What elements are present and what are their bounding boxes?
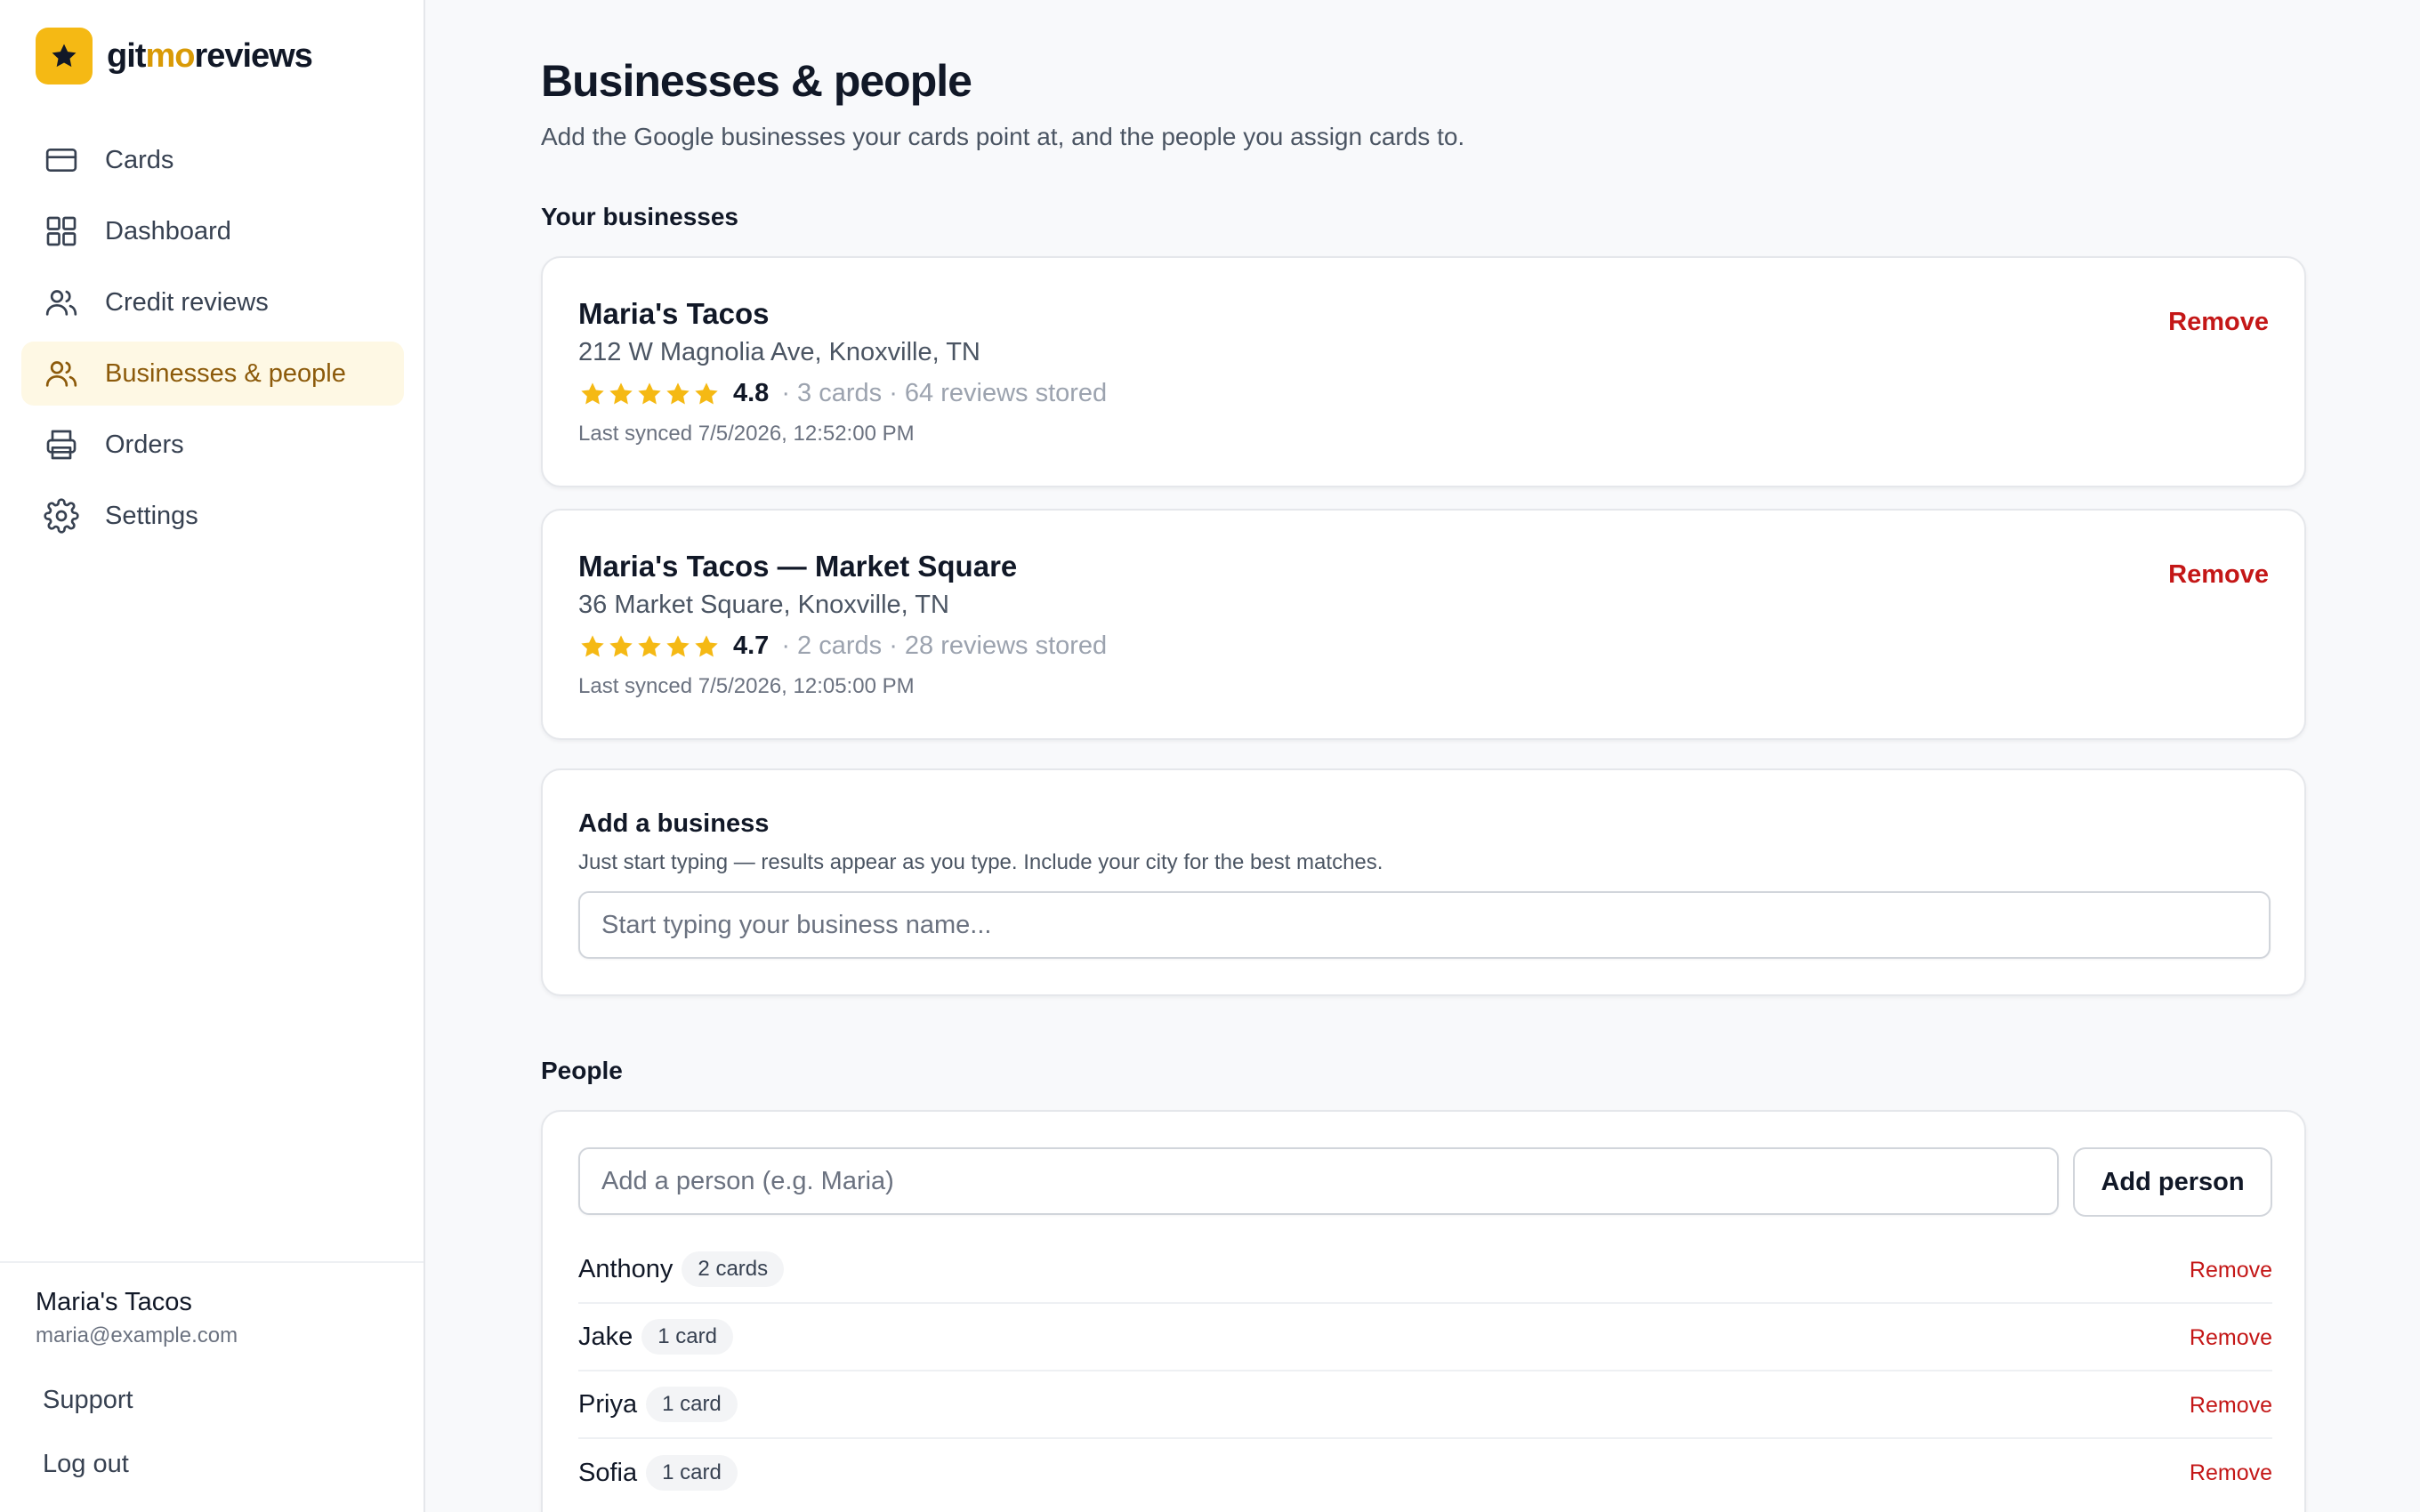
business-meta: · 3 cards · 64 reviews stored <box>781 379 1108 407</box>
rating-value: 4.7 <box>733 631 770 660</box>
sidebar-item-cards[interactable]: Cards <box>21 128 404 192</box>
sidebar-item-label: Dashboard <box>105 216 231 245</box>
brand-name-suffix: reviews <box>194 36 312 75</box>
page-subtitle: Add the Google businesses your cards poi… <box>541 123 1465 150</box>
people-card: Add person Anthony 2 cards Remove Jake 1… <box>541 1110 2306 1512</box>
star-icon <box>695 382 718 404</box>
star-icon <box>666 382 690 404</box>
star-icon <box>581 382 604 404</box>
last-synced: Last synced 7/5/2026, 12:52:00 PM <box>578 422 915 446</box>
person-name: Priya <box>578 1389 638 1419</box>
star-icon <box>666 634 690 656</box>
business-search-input[interactable] <box>578 891 2271 959</box>
remove-business-button[interactable]: Remove <box>2168 308 2269 337</box>
business-meta: · 2 cards · 28 reviews stored <box>781 631 1108 660</box>
sidebar-item-businesses-people[interactable]: Businesses & people <box>21 342 404 406</box>
business-address: 36 Market Square, Knoxville, TN <box>578 591 949 619</box>
last-synced: Last synced 7/5/2026, 12:05:00 PM <box>578 674 915 698</box>
brand[interactable]: gitmoreviews <box>36 28 313 84</box>
brand-name-accent: mo <box>145 36 195 75</box>
add-person-button[interactable]: Add person <box>2073 1147 2272 1217</box>
remove-person-button[interactable]: Remove <box>2190 1258 2272 1283</box>
rating-stars <box>578 632 721 661</box>
remove-person-button[interactable]: Remove <box>2190 1325 2272 1351</box>
business-rating: 4.7 · 2 cards · 28 reviews stored <box>578 631 1107 661</box>
users-icon <box>43 355 80 392</box>
remove-person-button[interactable]: Remove <box>2190 1393 2272 1419</box>
brand-name-prefix: git <box>107 36 146 75</box>
business-name: Maria's Tacos — Market Square <box>578 550 1018 583</box>
card-count-badge: 1 card <box>646 1387 738 1422</box>
star-icon <box>638 382 661 404</box>
sidebar-nav: Cards Dashboard Credit reviews Businesse… <box>21 128 404 555</box>
card-count-badge: 1 card <box>641 1319 733 1355</box>
list-item: Sofia 1 card Remove <box>578 1439 2272 1507</box>
person-name: Anthony <box>578 1254 674 1283</box>
account-name: Maria's Tacos <box>36 1288 192 1316</box>
users-icon <box>43 284 80 321</box>
sidebar-item-label: Orders <box>105 430 184 459</box>
star-icon <box>609 382 633 404</box>
gear-icon <box>43 497 80 535</box>
add-business-card: Add a business Just start typing — resul… <box>541 768 2306 996</box>
sidebar-account: Maria's Tacos maria@example.com Support … <box>0 1261 424 1512</box>
person-name: Jake <box>578 1322 633 1351</box>
star-icon <box>609 634 633 656</box>
remove-business-button[interactable]: Remove <box>2168 560 2269 590</box>
list-item: Jake 1 card Remove <box>578 1304 2272 1371</box>
sidebar-item-label: Settings <box>105 501 198 530</box>
sidebar-item-label: Credit reviews <box>105 287 269 317</box>
business-card: Maria's Tacos 212 W Magnolia Ave, Knoxvi… <box>541 256 2306 487</box>
list-item: Anthony 2 cards Remove <box>578 1236 2272 1304</box>
printer-icon <box>43 426 80 463</box>
logout-link[interactable]: Log out <box>43 1450 129 1479</box>
businesses-heading: Your businesses <box>541 203 739 230</box>
add-person-input[interactable] <box>578 1147 2059 1215</box>
business-name: Maria's Tacos <box>578 297 770 330</box>
business-card: Maria's Tacos — Market Square 36 Market … <box>541 509 2306 740</box>
add-business-hint: Just start typing — results appear as yo… <box>578 850 1383 874</box>
sidebar-item-dashboard[interactable]: Dashboard <box>21 199 404 263</box>
people-list: Anthony 2 cards Remove Jake 1 card Remov… <box>578 1236 2272 1507</box>
sidebar-item-credit-reviews[interactable]: Credit reviews <box>21 270 404 334</box>
brand-logo <box>36 28 93 84</box>
grid-icon <box>43 213 80 250</box>
card-count-badge: 1 card <box>646 1455 738 1491</box>
remove-person-button[interactable]: Remove <box>2190 1460 2272 1486</box>
person-name: Sofia <box>578 1458 638 1487</box>
sidebar-item-label: Businesses & people <box>105 358 346 388</box>
card-icon <box>43 141 80 179</box>
page-title: Businesses & people <box>541 56 972 106</box>
account-email: maria@example.com <box>36 1323 238 1347</box>
star-icon <box>581 634 604 656</box>
rating-value: 4.8 <box>733 379 770 407</box>
people-heading: People <box>541 1057 623 1084</box>
sidebar-item-orders[interactable]: Orders <box>21 413 404 477</box>
add-business-title: Add a business <box>578 809 770 838</box>
rating-stars <box>578 380 721 408</box>
support-link[interactable]: Support <box>43 1386 133 1415</box>
star-icon <box>695 634 718 656</box>
business-rating: 4.8 · 3 cards · 64 reviews stored <box>578 379 1107 408</box>
card-count-badge: 2 cards <box>682 1251 785 1287</box>
business-address: 212 W Magnolia Ave, Knoxville, TN <box>578 338 980 366</box>
sidebar-item-settings[interactable]: Settings <box>21 484 404 548</box>
sidebar-item-label: Cards <box>105 145 174 174</box>
brand-name: gitmoreviews <box>107 36 313 76</box>
star-icon <box>52 44 77 68</box>
star-icon <box>638 634 661 656</box>
list-item: Priya 1 card Remove <box>578 1371 2272 1439</box>
sidebar: gitmoreviews Cards Dashboard Credit revi… <box>0 0 425 1512</box>
